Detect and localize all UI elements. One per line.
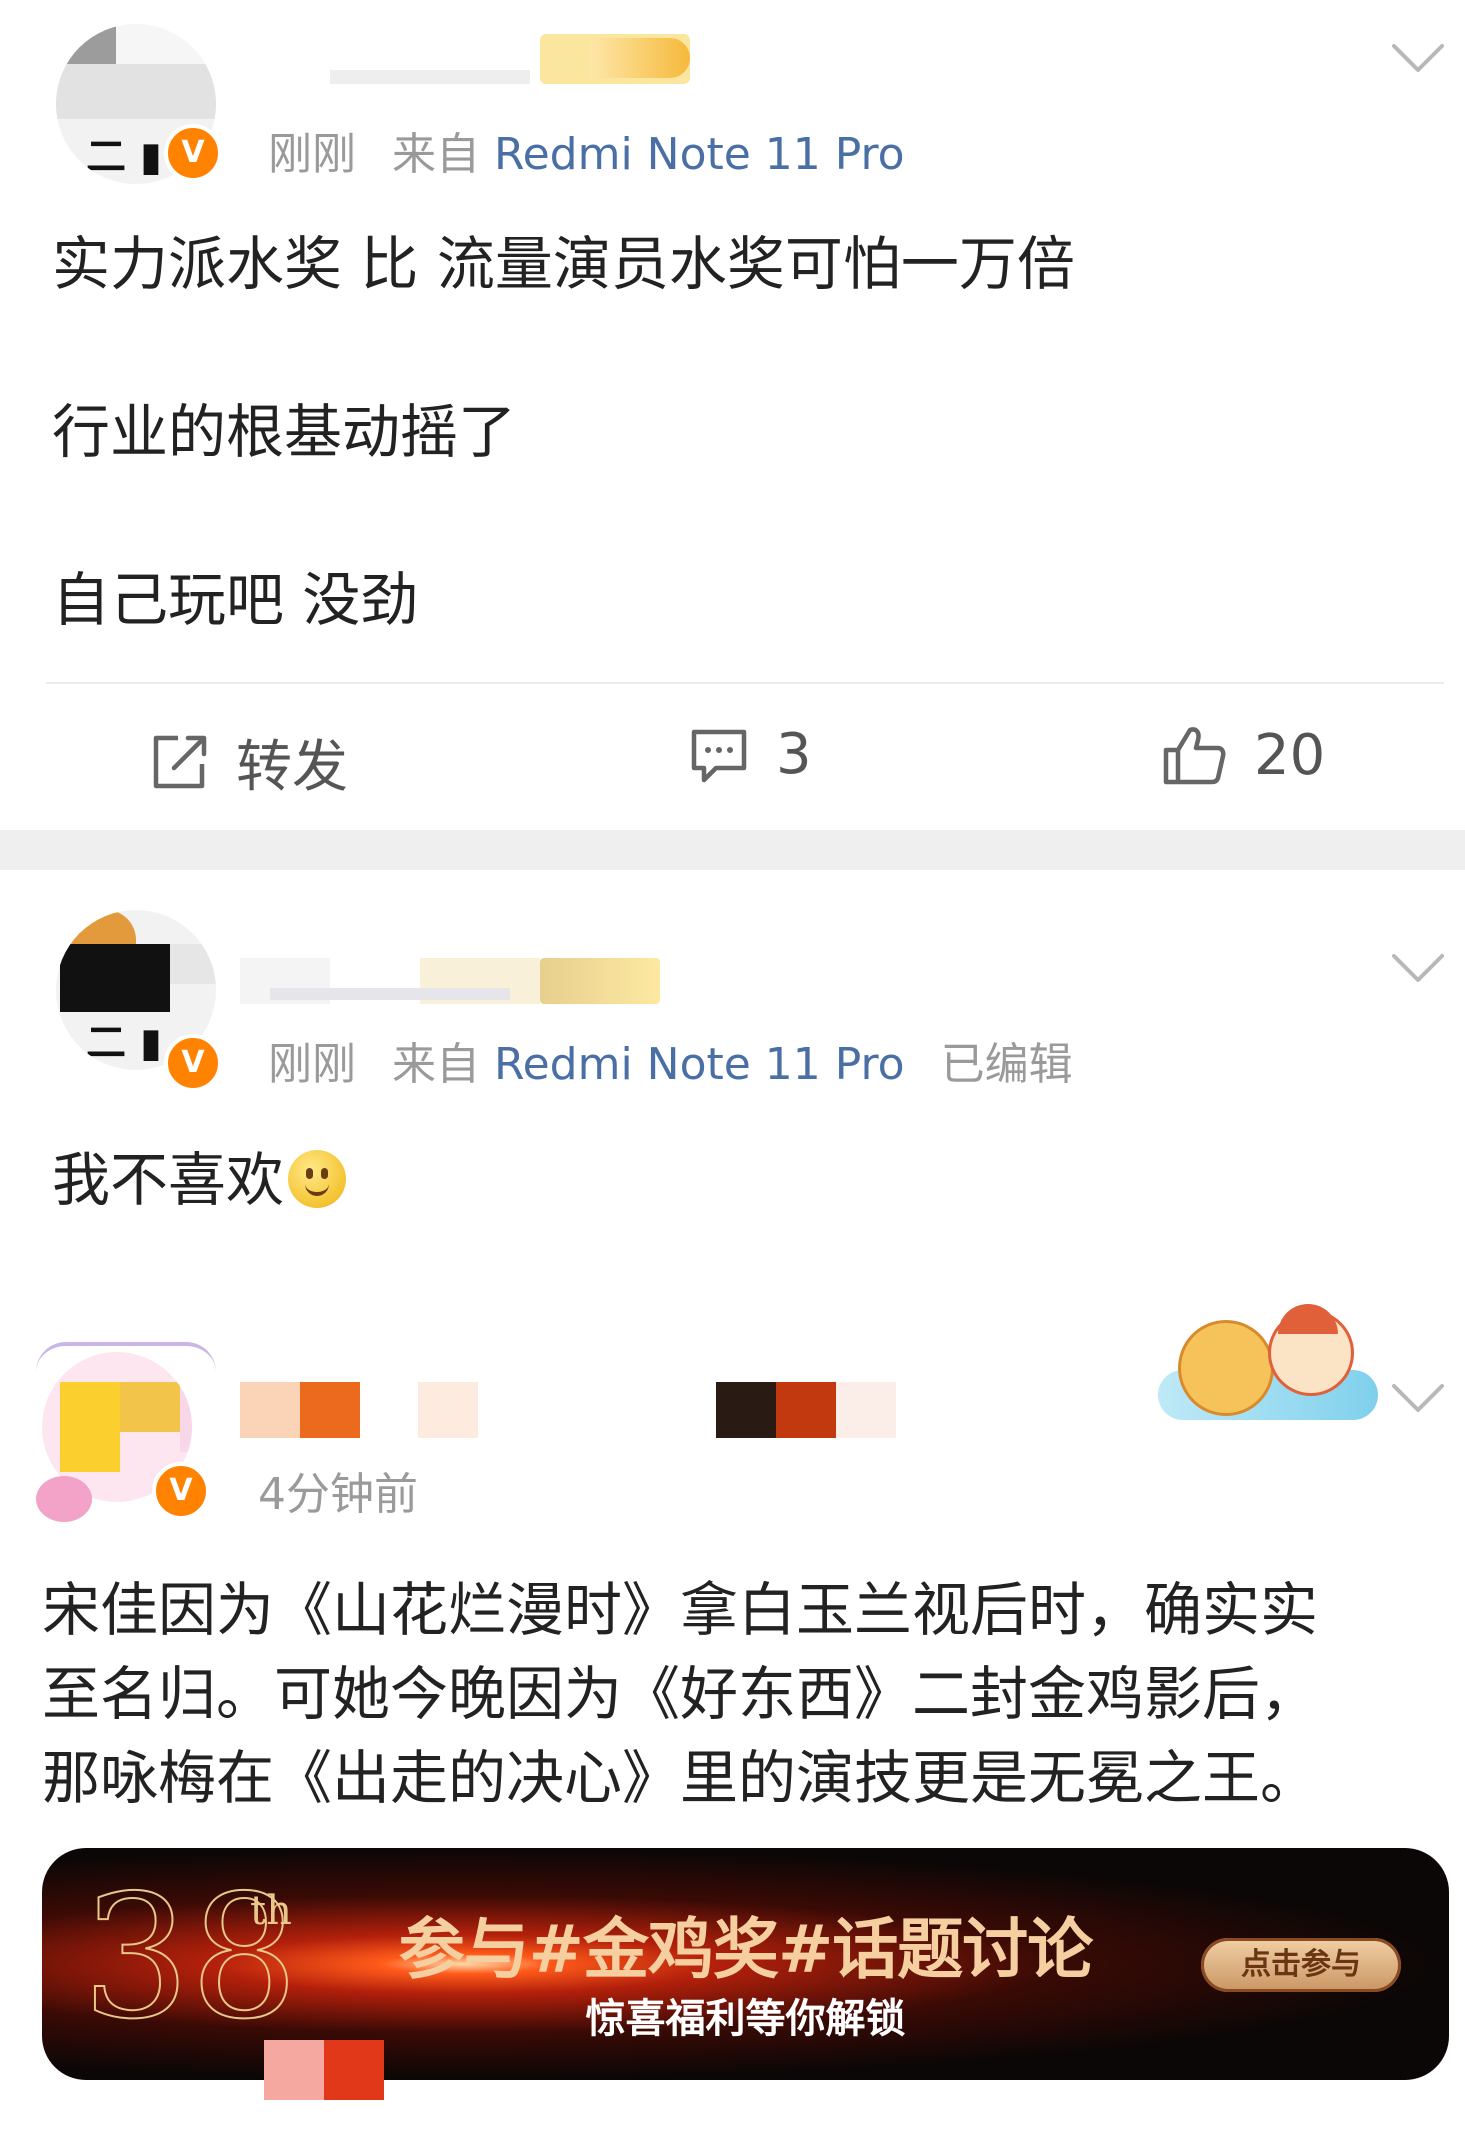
comment-icon — [691, 729, 747, 782]
avatar-drawing: 二 ▮ — [86, 134, 162, 180]
redacted-bottom-area — [264, 2040, 324, 2100]
repost-label: 转发 — [236, 735, 348, 800]
post-meta: 4分钟前 — [258, 1458, 418, 1522]
smile-emoji-icon — [288, 1150, 347, 1208]
post-body-text: 我不喜欢 — [52, 1146, 285, 1214]
verified-v-icon: V — [152, 1462, 210, 1520]
avatar-mosaic-dark — [60, 944, 170, 1012]
divider — [46, 682, 1444, 684]
like-count: 20 — [1254, 722, 1326, 788]
avatar-frame-decoration — [36, 1342, 216, 1376]
post-1: 二 ▮ V 刚刚 来自 Redmi Note 11 Pro 实力派水奖 比 流量演… — [0, 0, 1465, 830]
post-time: 刚刚 — [268, 1039, 356, 1090]
post-body-line: 宋佳因为《山花烂漫时》拿白玉兰视后时，确实实 — [42, 1576, 1319, 1644]
repost-icon — [153, 735, 207, 788]
redacted-username — [776, 1382, 836, 1438]
chevron-down-icon[interactable] — [1392, 1382, 1444, 1416]
banner-subtitle: 惊喜福利等你解锁 — [585, 1996, 906, 2042]
avatar-mosaic-light — [170, 944, 216, 984]
verified-v-icon: V — [164, 1034, 222, 1092]
source-prefix: 来自 — [392, 129, 480, 180]
verified-v-icon: V — [164, 124, 222, 182]
post-body-line: 那咏梅在《出走的决心》里的演技更是无冕之王。 — [42, 1744, 1319, 1812]
avatar-pet-decoration — [36, 1476, 92, 1522]
post-2: 二 ▮ V 刚刚 来自 Redmi Note 11 Pro 已编辑 我不喜欢 — [0, 870, 1465, 1300]
post-time: 4分钟前 — [258, 1469, 418, 1520]
avatar-drawing: 二 ▮ — [86, 1020, 162, 1066]
post-time: 刚刚 — [268, 129, 356, 180]
device-link[interactable]: Redmi Note 11 Pro — [494, 129, 905, 180]
redacted-username — [240, 1382, 300, 1438]
username-badge-decoration — [590, 38, 690, 78]
post-meta: 刚刚 来自 Redmi Note 11 Pro — [268, 118, 905, 182]
post-body-line: 我不喜欢 — [52, 1138, 347, 1222]
post-meta: 刚刚 来自 Redmi Note 11 Pro 已编辑 — [268, 1028, 1073, 1092]
redacted-username — [716, 1382, 776, 1438]
redacted-username-lines — [270, 988, 510, 1000]
post-body-line: 实力派水奖 比 流量演员水奖可怕一万倍 — [52, 230, 1075, 298]
avatar-mosaic-mid — [56, 64, 216, 119]
dragon-boat-sticker-icon — [1158, 1300, 1388, 1430]
like-icon — [1163, 727, 1226, 785]
feed-separator — [0, 830, 1465, 870]
avatar-mosaic-gold — [120, 1382, 180, 1432]
chevron-down-icon[interactable] — [1392, 952, 1444, 986]
chevron-down-icon[interactable] — [1392, 42, 1444, 76]
redacted-username — [836, 1382, 896, 1438]
avatar-mosaic-pink — [180, 1382, 192, 1452]
edited-label[interactable]: 已编辑 — [941, 1039, 1073, 1090]
post-body-line: 行业的根基动摇了 — [52, 398, 517, 466]
redacted-username — [418, 1382, 478, 1438]
device-link[interactable]: Redmi Note 11 Pro — [494, 1039, 905, 1090]
post-body-line: 自己玩吧 没劲 — [52, 566, 419, 634]
like-button[interactable]: 20 — [1162, 722, 1325, 788]
avatar-tiger-decoration — [56, 910, 136, 946]
source-prefix: 来自 — [392, 1039, 480, 1090]
comment-button[interactable]: 3 — [688, 722, 812, 787]
redacted-username-lines — [330, 70, 530, 84]
banner-cta-button[interactable]: 点击参与 — [1201, 1938, 1401, 1992]
golden-rooster-topic-banner[interactable]: 38 th 参与#金鸡奖#话题讨论 惊喜福利等你解锁 点击参与 — [42, 1848, 1449, 2080]
repost-button[interactable]: 转发 — [148, 722, 348, 803]
avatar-mosaic-dark — [56, 24, 116, 64]
post-body-line: 至名归。可她今晚因为《好东西》二封金鸡影后， — [42, 1660, 1319, 1728]
avatar-mosaic-yellow — [60, 1382, 120, 1472]
redacted-bottom-area — [324, 2040, 384, 2100]
username-badge-decoration — [540, 958, 660, 1004]
redacted-username — [300, 1382, 360, 1438]
comment-count: 3 — [776, 722, 812, 787]
